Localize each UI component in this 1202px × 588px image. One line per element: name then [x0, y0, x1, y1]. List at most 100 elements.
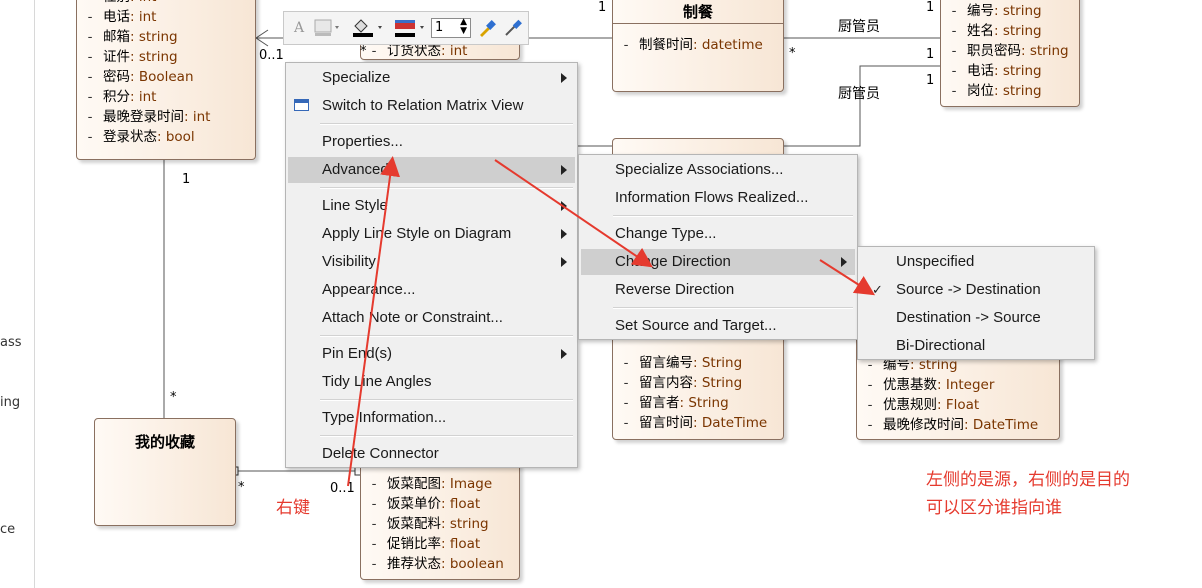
attr-row: - 饭菜配图: Image: [371, 476, 493, 492]
check-icon: ✓: [872, 282, 883, 297]
menu-item-destination-to-source[interactable]: Destination -> Source: [860, 305, 1092, 331]
class-favorites[interactable]: 我的收藏: [94, 418, 236, 526]
menu-item-delete-connector[interactable]: Delete Connector: [288, 441, 575, 467]
multiplicity-label: 1: [598, 0, 607, 15]
attr-row: - 留言编号: String: [623, 355, 743, 371]
class-cooking-title: 制餐: [682, 3, 713, 21]
context-menu: Specialize Switch to Relation Matrix Vie…: [285, 62, 578, 468]
menu-separator: [613, 215, 853, 217]
attr-row: - 职员密码: string: [951, 43, 1069, 59]
class-user[interactable]: -性别: int -电话: int -邮箱: string -证件: strin…: [76, 0, 256, 160]
menu-item-information-flows-realized[interactable]: Information Flows Realized...: [581, 185, 855, 211]
submenu-arrow-icon: [561, 201, 567, 211]
spinner-arrows-icon[interactable]: ▲ ▼: [460, 18, 467, 36]
class-cooking[interactable]: 制餐 - 制餐时间: datetime: [612, 0, 784, 92]
class-favorites-title: 我的收藏: [134, 433, 195, 451]
menu-item-change-direction[interactable]: Change Direction: [581, 249, 855, 275]
attr-row: - 留言时间: DateTime: [623, 415, 768, 431]
font-color-icon[interactable]: [312, 17, 342, 39]
menu-item-specialize[interactable]: Specialize: [288, 65, 575, 91]
attr-row: - 优惠基数: Integer: [867, 377, 995, 393]
menu-separator: [613, 307, 853, 309]
attr-row: - 姓名: string: [951, 23, 1042, 39]
submenu-arrow-icon: [561, 229, 567, 239]
submenu-arrow-icon: [561, 349, 567, 359]
font-icon[interactable]: A: [288, 17, 310, 39]
menu-item-attach-note[interactable]: Attach Note or Constraint...: [288, 305, 575, 331]
multiplicity-label: 1: [182, 172, 191, 187]
attr-row: - 促销比率: float: [371, 536, 481, 552]
menu-separator: [320, 123, 573, 125]
attr-row: - 推荐状态: boolean: [371, 556, 504, 572]
multiplicity-label: 1: [926, 73, 935, 88]
menu-item-source-to-destination[interactable]: ✓ Source -> Destination: [860, 277, 1092, 303]
menu-item-line-style[interactable]: Line Style: [288, 193, 575, 219]
role-label: 厨管员: [838, 19, 880, 35]
menu-separator: [320, 335, 573, 337]
annotation-note-line2: 可以区分谁指向谁: [926, 498, 1062, 518]
menu-item-change-type[interactable]: Change Type...: [581, 221, 855, 247]
attr-row: - 最晚登录时间: int: [87, 109, 211, 125]
relation-matrix-icon: [294, 99, 309, 111]
attr-row: - 积分: int: [87, 89, 157, 105]
attr-row: - 证件: string: [87, 49, 178, 65]
attr-row: - 留言者: String: [623, 395, 729, 411]
message-chef-connector: [778, 65, 940, 147]
menu-item-reverse-direction[interactable]: Reverse Direction: [581, 277, 855, 303]
class-separator: [613, 23, 783, 24]
menu-item-visibility[interactable]: Visibility: [288, 249, 575, 275]
multiplicity-label: 0..1: [330, 481, 355, 496]
format-toolbar: A 1 ▲ ▼: [283, 11, 529, 45]
submenu-arrow-icon: [561, 165, 567, 175]
line-width-value: 1: [435, 20, 444, 35]
menu-item-unspecified[interactable]: Unspecified: [860, 249, 1092, 275]
attr-row: - 电话: string: [951, 63, 1042, 79]
menu-item-pin-ends[interactable]: Pin End(s): [288, 341, 575, 367]
menu-item-bi-directional[interactable]: Bi-Directional: [860, 333, 1092, 359]
role-label: 厨管员: [838, 86, 880, 102]
attr-row: - 饭菜配料: string: [371, 516, 489, 532]
multiplicity-label: *: [360, 44, 367, 59]
multiplicity-label: 1: [926, 0, 935, 15]
menu-separator: [320, 399, 573, 401]
class-chef[interactable]: - 编号: string - 姓名: string - 职员密码: string -电…: [940, 0, 1080, 107]
attr-row: - 岗位: string: [951, 83, 1042, 99]
annotation-right-click: 右键: [276, 498, 310, 518]
submenu-arrow-icon: [841, 257, 847, 267]
attr-row: - 编号: string: [951, 3, 1042, 19]
menu-item-type-information[interactable]: Type Information...: [288, 405, 575, 431]
line-color-icon[interactable]: [392, 17, 428, 39]
multiplicity-label: 1: [926, 47, 935, 62]
menu-item-specialize-associations[interactable]: Specialize Associations...: [581, 157, 855, 183]
multiplicity-label: *: [789, 46, 796, 61]
submenu-arrow-icon: [561, 257, 567, 267]
attr-row: - 留言内容: String: [623, 375, 743, 391]
multiplicity-label: *: [238, 480, 245, 495]
attr-row: - 登录状态: bool: [87, 129, 195, 145]
fill-color-icon[interactable]: [350, 17, 386, 39]
menu-separator: [320, 435, 573, 437]
menu-item-switch-to-relation-matrix-view[interactable]: Switch to Relation Matrix View: [288, 93, 575, 119]
menu-item-apply-line-style[interactable]: Apply Line Style on Diagram: [288, 221, 575, 247]
line-width-spinner[interactable]: 1 ▲ ▼: [431, 18, 471, 38]
menu-item-properties[interactable]: Properties...: [288, 129, 575, 155]
format-painter-icon[interactable]: [476, 17, 498, 39]
menu-separator: [320, 187, 573, 189]
attr-row: - 饭菜单价: float: [371, 496, 481, 512]
menu-item-appearance[interactable]: Appearance...: [288, 277, 575, 303]
eyedropper-icon[interactable]: [502, 17, 524, 39]
direction-submenu: Unspecified ✓ Source -> Destination Dest…: [857, 246, 1095, 360]
attr-row: - 优惠规则: Float: [867, 397, 980, 413]
attr-row: - 制餐时间: datetime: [623, 37, 763, 53]
multiplicity-label: 0..1: [259, 48, 284, 63]
attr-row: - 最晚修改时间: DateTime: [867, 417, 1039, 433]
attr-row: - 电话: int: [87, 9, 157, 25]
attr-row: - 邮箱: string: [87, 29, 178, 45]
advanced-submenu: Specialize Associations... Information F…: [578, 154, 858, 340]
menu-item-set-source-and-target[interactable]: Set Source and Target...: [581, 313, 855, 339]
class-dish[interactable]: - 饭菜配图: Image - 饭菜单价: float - 饭菜配料: string …: [360, 462, 520, 580]
menu-item-advanced[interactable]: Advanced: [288, 157, 575, 183]
submenu-arrow-icon: [561, 73, 567, 83]
multiplicity-label: *: [170, 390, 177, 405]
menu-item-tidy-line-angles[interactable]: Tidy Line Angles: [288, 369, 575, 395]
